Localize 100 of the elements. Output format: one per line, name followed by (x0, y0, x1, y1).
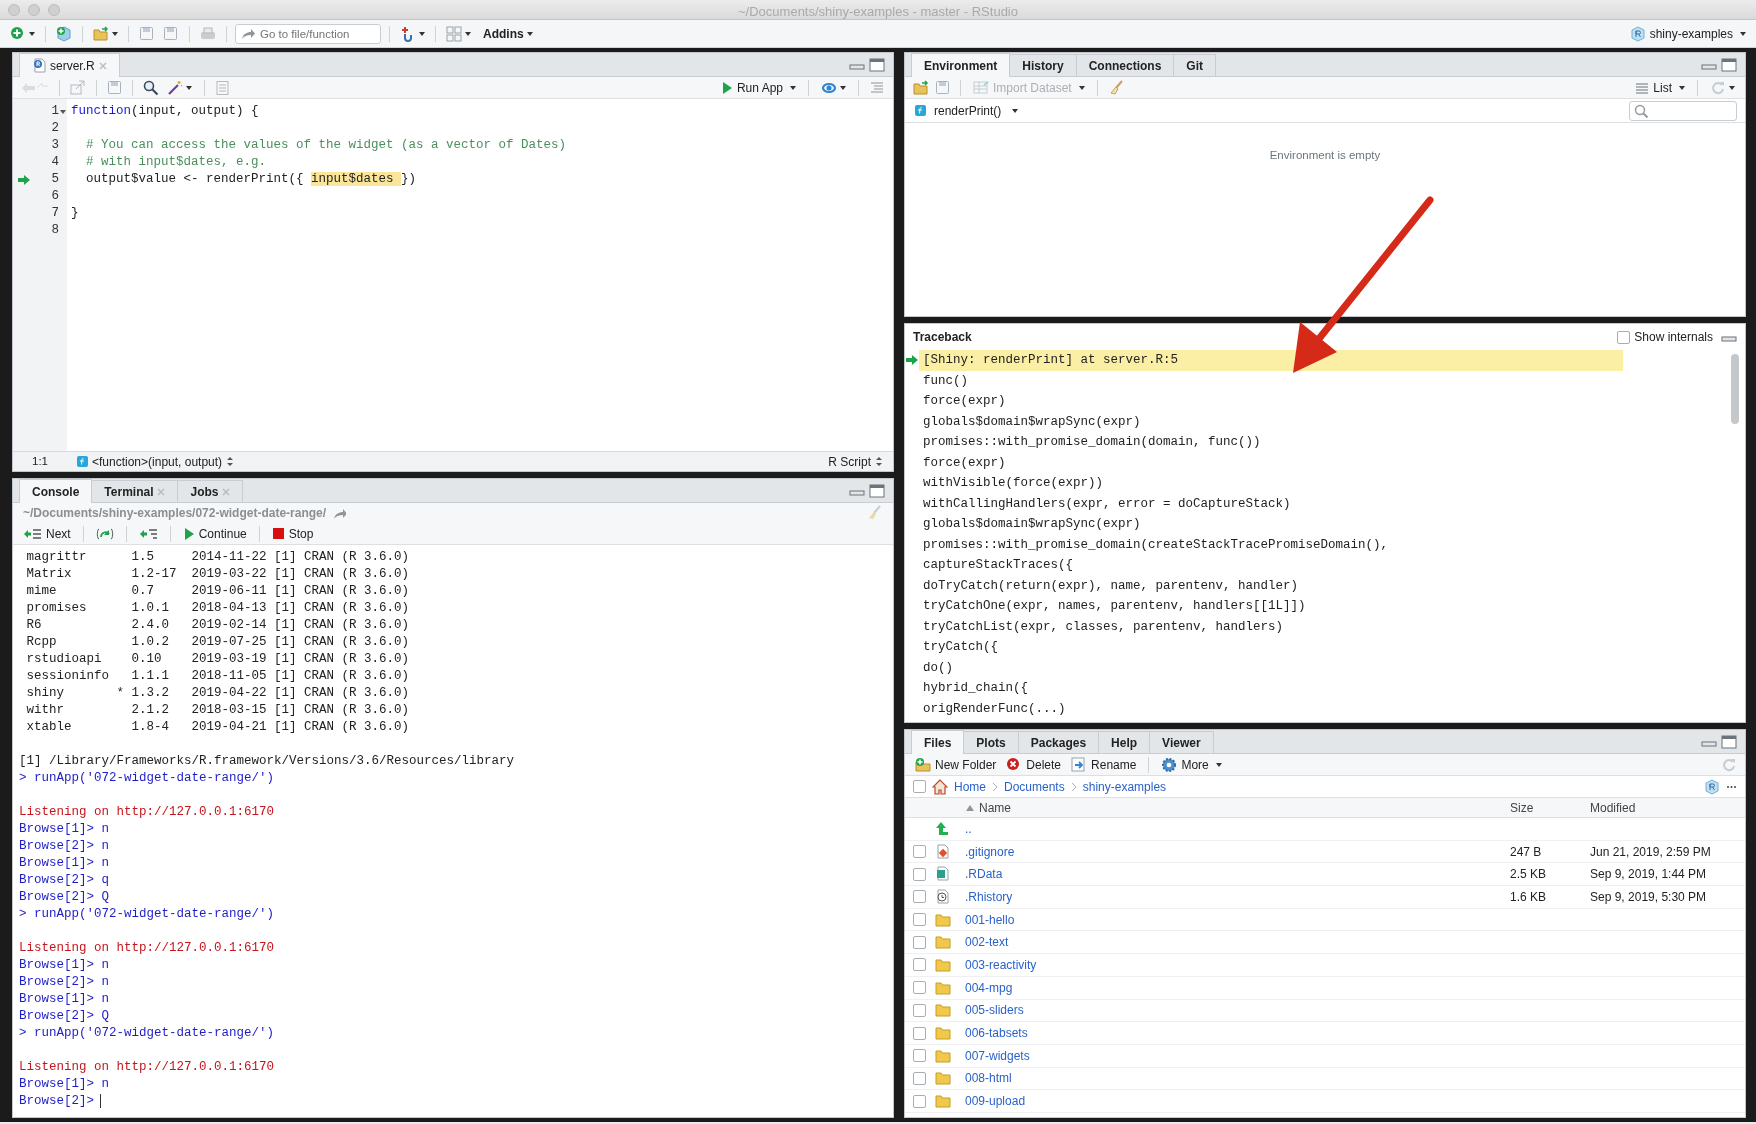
popout-icon[interactable] (70, 80, 86, 95)
file-link[interactable]: 008-html (965, 1071, 1012, 1086)
save-icon[interactable] (935, 80, 950, 95)
maximize-button[interactable] (1721, 734, 1737, 749)
frame-dropdown[interactable]: renderPrint() (913, 101, 1021, 120)
rename-button[interactable]: Rename (1069, 755, 1139, 774)
row-checkbox[interactable] (913, 845, 926, 859)
stop-button[interactable]: Stop (269, 524, 316, 543)
row-checkbox[interactable] (913, 935, 926, 949)
stack-frame[interactable]: origRenderFunc(...) (919, 698, 1066, 719)
print-button[interactable] (198, 25, 218, 42)
file-link[interactable]: 007-widgets (965, 1048, 1030, 1063)
window-button[interactable] (28, 4, 40, 16)
pane-tab[interactable]: Viewer (1149, 731, 1214, 753)
stack-frame[interactable]: globals$domain$wrapSync(expr) (919, 514, 1141, 535)
stack-frame[interactable]: func() (919, 370, 968, 391)
stack-frame[interactable]: hybrid_chain({ (919, 678, 1029, 699)
window-button[interactable] (48, 4, 60, 16)
window-button[interactable] (8, 4, 20, 16)
file-type-button[interactable]: R Script (826, 452, 885, 471)
column-header[interactable]: Size (1510, 798, 1590, 817)
addins-button[interactable]: Addins (481, 24, 535, 43)
more-button[interactable]: More (1159, 755, 1224, 774)
project-button[interactable]: shiny-examples (1627, 24, 1748, 43)
open-file-button[interactable] (91, 25, 120, 42)
stack-frame[interactable]: withVisible(force(expr)) (919, 473, 1104, 494)
file-link[interactable]: 003-reactivity (965, 957, 1037, 972)
next-button[interactable]: Next (21, 524, 73, 543)
stack-frame[interactable]: withCallingHandlers(expr, error = doCaptureStack) (919, 493, 1291, 514)
refresh-icon[interactable] (1721, 756, 1737, 773)
continue-button[interactable]: Continue (180, 524, 249, 543)
row-checkbox[interactable] (913, 1003, 926, 1017)
file-link[interactable]: 006-tabsets (965, 1026, 1028, 1041)
stack-frame[interactable]: captureStackTraces({ (919, 555, 1074, 576)
view-mode-button[interactable]: List (1633, 78, 1687, 97)
maximize-button[interactable] (869, 483, 885, 498)
back-forward-icon[interactable] (21, 80, 49, 95)
breadcrumb-link[interactable]: Home (954, 777, 986, 796)
file-link[interactable]: 005-sliders (965, 1003, 1024, 1018)
pane-tab[interactable]: Git (1173, 54, 1217, 76)
file-link[interactable]: .RData (965, 867, 1003, 882)
stack-frame[interactable]: tryCatchList(expr, classes, parentenv, handlers) (919, 616, 1284, 637)
row-checkbox[interactable] (913, 890, 926, 904)
new-folder-button[interactable]: New Folder (913, 755, 999, 774)
pane-tab[interactable]: Environment (911, 53, 1011, 77)
scope-button[interactable]: <function>(input, output) (75, 452, 237, 471)
stack-frame[interactable]: do() (919, 657, 953, 678)
row-checkbox[interactable] (913, 958, 926, 972)
search-field[interactable] (1629, 100, 1737, 121)
breadcrumb-link[interactable]: shiny-examples (1082, 777, 1167, 796)
stack-frame[interactable]: globals$domain$wrapSync(expr) (919, 411, 1141, 432)
pane-tab[interactable]: Jobs (177, 480, 244, 502)
file-link[interactable]: .gitignore (965, 844, 1015, 859)
stack-frame[interactable]: tryCatch({ (919, 637, 998, 658)
stack-frame[interactable]: [Shiny: renderPrint] at server.R:5 (919, 350, 1623, 371)
pane-layout-button[interactable] (444, 25, 473, 42)
pane-tab[interactable]: History (1009, 54, 1077, 76)
clear-console-icon[interactable] (867, 505, 883, 521)
breadcrumb-link[interactable]: Documents (1004, 777, 1065, 796)
file-link[interactable]: 002-text (965, 935, 1009, 950)
stack-frame[interactable]: promises::with_promise_domain(domain, func()) (919, 432, 1261, 453)
close-icon[interactable] (222, 487, 231, 496)
delete-button[interactable]: Delete (1004, 755, 1064, 774)
go-to-file-field[interactable]: Go to file/function (235, 23, 381, 44)
row-checkbox[interactable] (913, 913, 926, 927)
outline-icon[interactable] (215, 79, 230, 96)
select-all-checkbox[interactable] (913, 780, 926, 793)
pane-tab[interactable]: Help (1098, 731, 1151, 753)
show-internals-checkbox[interactable]: Show internals (1617, 328, 1713, 346)
new-project-button[interactable] (54, 25, 74, 42)
save-icon[interactable] (107, 80, 122, 95)
maximize-button[interactable] (869, 57, 885, 72)
r-cube-icon[interactable] (1704, 778, 1720, 795)
stack-frame[interactable]: tryCatchOne(expr, names, parentenv, handlers[[1L]]) (919, 596, 1306, 617)
load-workspace-icon[interactable] (913, 79, 929, 96)
stack-frame[interactable]: force(expr) (919, 452, 1006, 473)
scrollbar[interactable] (1731, 354, 1739, 424)
row-checkbox[interactable] (913, 867, 926, 881)
stack-frame[interactable]: force(expr) (919, 391, 1006, 412)
row-checkbox[interactable] (913, 1094, 926, 1108)
pane-tab[interactable]: Console (19, 479, 93, 503)
pane-tab[interactable]: Files (911, 730, 965, 754)
close-icon[interactable] (157, 487, 166, 496)
column-header[interactable]: Modified (1590, 798, 1745, 817)
file-link[interactable]: 001-hello (965, 912, 1015, 927)
stack-frame[interactable]: doTryCatch(return(expr), name, parentenv, handler) (919, 575, 1299, 596)
run-app-button[interactable]: Run App (718, 78, 798, 97)
row-checkbox[interactable] (913, 981, 926, 995)
file-tab[interactable]: server.R (19, 53, 120, 77)
file-link[interactable]: .Rhistory (965, 889, 1013, 904)
file-link[interactable]: 004-mpg (965, 980, 1013, 995)
close-icon[interactable] (98, 61, 107, 70)
row-checkbox[interactable] (913, 1049, 926, 1063)
column-header[interactable]: Name (965, 798, 1510, 817)
outline-icon[interactable] (869, 79, 885, 96)
go-arrow-icon[interactable] (332, 507, 347, 519)
row-checkbox[interactable] (913, 1071, 926, 1085)
stack-frame[interactable]: promises::with_promise_domain(createStackTracePromiseDomain(), (919, 534, 1389, 555)
fold-icon[interactable] (59, 107, 67, 116)
new-file-button[interactable] (8, 25, 37, 42)
